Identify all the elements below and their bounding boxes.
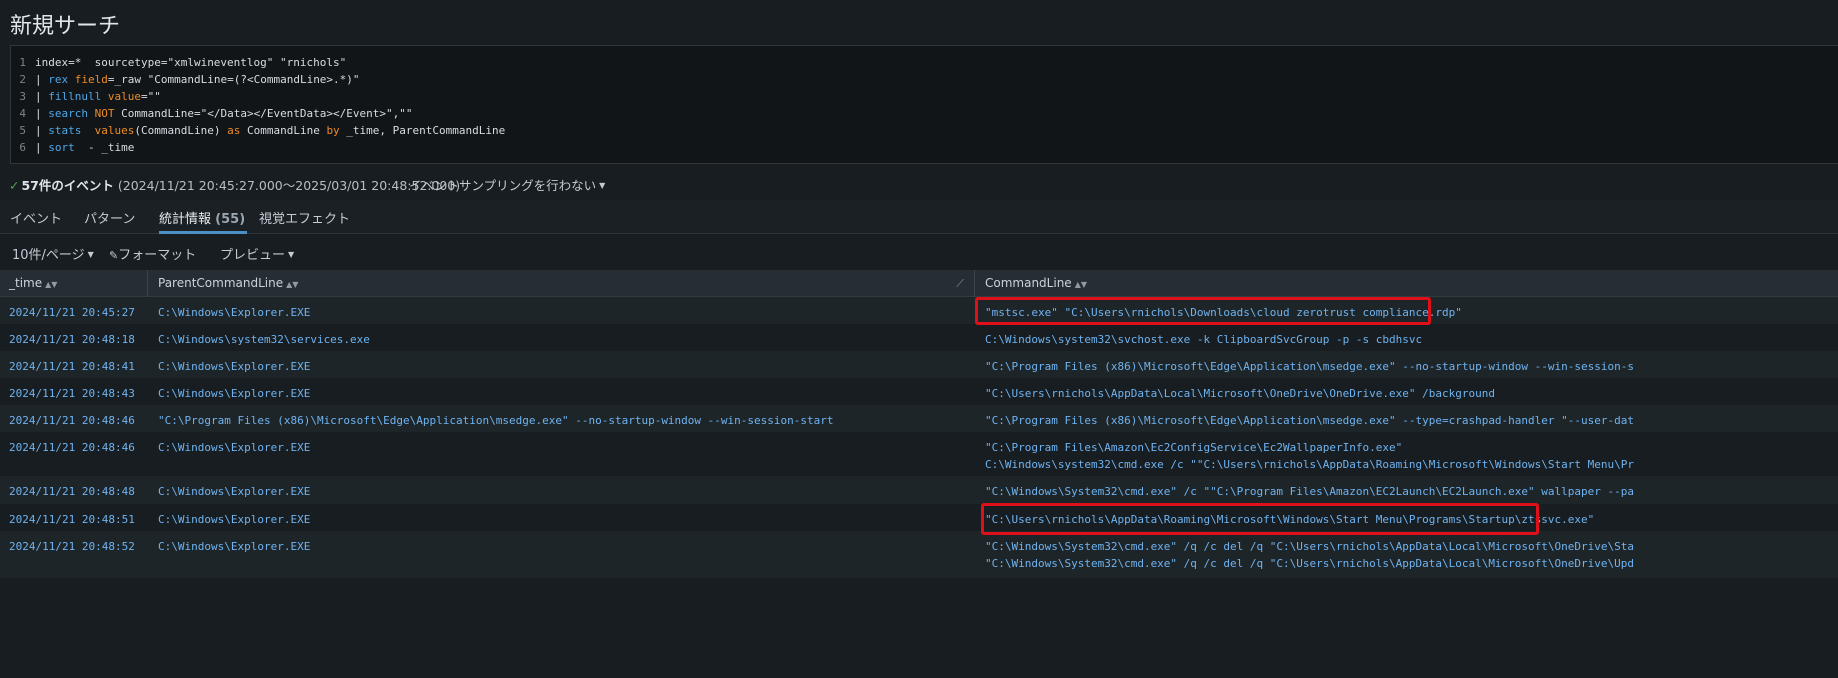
search-status: ✓ 57件のイベント (2024/11/21 20:45:27.000～2025/… [9,175,605,194]
table-row: 2024/11/21 20:48:41 C:\Windows\Explorer.… [0,351,1838,378]
parent-cell[interactable]: C:\Windows\Explorer.EXE [158,511,310,528]
statistics-count-badge: (55) [215,212,246,227]
check-icon: ✓ [9,178,20,193]
red-highlight-box [981,503,1539,535]
search-query-editor[interactable]: 1 index=* sourcetype="xmlwineventlog" "rn… [10,45,1838,164]
caret-down-icon: ▼ [87,250,94,259]
table-row: 2024/11/21 20:48:43 C:\Windows\Explorer.… [0,378,1838,405]
table-row: 2024/11/21 20:48:48 C:\Windows\Explorer.… [0,476,1838,504]
parent-cell[interactable]: C:\Windows\Explorer.EXE [158,358,310,375]
caret-down-icon: ▼ [288,250,295,259]
sampling-dropdown[interactable]: イベントサンプリングを行わない ▼ [409,175,605,194]
line-number: 3 [19,90,26,103]
parent-cell[interactable]: C:\Windows\system32\services.exe [158,331,370,348]
time-cell[interactable]: 2024/11/21 20:48:46 [9,439,135,456]
commandline-cell[interactable]: "C:\Program Files (x86)\Microsoft\Edge\A… [985,358,1634,375]
time-cell[interactable]: 2024/11/21 20:48:51 [9,511,135,528]
event-count: 57件のイベント [21,178,114,193]
format-button[interactable]: ✎フォーマット [109,244,196,263]
time-cell[interactable]: 2024/11/21 20:48:46 [9,412,135,429]
commandline-cell[interactable]: C:\Windows\system32\svchost.exe -k Clipb… [985,331,1422,348]
query-line-3[interactable]: | fillnull value="" [35,88,161,105]
line-number: 1 [19,56,26,69]
page-title: 新規サーチ [10,14,121,39]
query-line-1[interactable]: index=* sourcetype="xmlwineventlog" "rni… [35,54,346,71]
query-line-5[interactable]: | stats values(CommandLine) as CommandLi… [35,122,505,139]
column-header-commandline[interactable]: CommandLine ▲▼ [975,270,1838,297]
sort-icon: ▲▼ [1074,280,1087,289]
column-header-parent[interactable]: ParentCommandLine ▲▼ ⟋ [148,270,975,297]
parent-cell[interactable]: C:\Windows\Explorer.EXE [158,304,310,321]
tab-patterns[interactable]: パターン [84,208,135,234]
time-cell[interactable]: 2024/11/21 20:48:18 [9,331,135,348]
query-line-6[interactable]: | sort - _time [35,139,134,156]
results-toolbar: 10件/ページ ▼ ✎フォーマット プレビュー ▼ [0,235,1838,270]
line-number: 2 [19,73,26,86]
tab-visualization[interactable]: 視覚エフェクト [259,208,350,234]
pencil-icon: ✎ [109,249,119,262]
time-cell[interactable]: 2024/11/21 20:48:52 [9,538,135,555]
line-number: 4 [19,107,26,120]
sort-icon: ▲▼ [286,280,299,289]
table-row: 2024/11/21 20:48:46 "C:\Program Files (x… [0,405,1838,432]
sampling-label: イベントサンプリングを行わない [409,178,597,193]
parent-cell[interactable]: C:\Windows\Explorer.EXE [158,439,310,456]
parent-cell[interactable]: C:\Windows\Explorer.EXE [158,483,310,500]
results-tabs: イベント パターン 統計情報 (55) 視覚エフェクト [0,200,1838,234]
line-number: 5 [19,124,26,137]
query-line-2[interactable]: | rex field=_raw "CommandLine=(?<Command… [35,71,360,88]
sort-icon: ▲▼ [45,280,58,289]
parent-cell[interactable]: C:\Windows\Explorer.EXE [158,385,310,402]
tab-statistics[interactable]: 統計情報 (55) [159,208,248,234]
commandline-cell[interactable]: "C:\Program Files\Amazon\Ec2ConfigServic… [985,439,1634,473]
time-cell[interactable]: 2024/11/21 20:48:43 [9,385,135,402]
commandline-cell[interactable]: "C:\Windows\System32\cmd.exe" /q /c del … [985,538,1634,572]
time-cell[interactable]: 2024/11/21 20:45:27 [9,304,135,321]
line-number: 6 [19,141,26,154]
red-highlight-box [975,297,1431,325]
table-row: 2024/11/21 20:45:27 C:\Windows\Explorer.… [0,297,1838,324]
query-line-4[interactable]: | search NOT CommandLine="</Data></Event… [35,105,413,122]
table-row: 2024/11/21 20:48:18 C:\Windows\system32\… [0,324,1838,351]
parent-cell[interactable]: "C:\Program Files (x86)\Microsoft\Edge\A… [158,412,834,429]
time-cell[interactable]: 2024/11/21 20:48:48 [9,483,135,500]
per-page-dropdown[interactable]: 10件/ページ ▼ [12,244,94,263]
commandline-cell[interactable]: "C:\Users\rnichols\AppData\Local\Microso… [985,385,1495,402]
table-row: 2024/11/21 20:48:46 C:\Windows\Explorer.… [0,432,1838,476]
commandline-cell[interactable]: "C:\Program Files (x86)\Microsoft\Edge\A… [985,412,1634,429]
column-header-time[interactable]: _time ▲▼ [0,270,148,297]
table-row: 2024/11/21 20:48:52 C:\Windows\Explorer.… [0,531,1838,578]
table-header: _time ▲▼ ParentCommandLine ▲▼ ⟋ CommandLine… [0,270,1838,297]
parent-cell[interactable]: C:\Windows\Explorer.EXE [158,538,310,555]
caret-down-icon: ▼ [599,181,606,190]
tab-events[interactable]: イベント [10,208,62,234]
preview-dropdown[interactable]: プレビュー ▼ [220,244,294,263]
time-cell[interactable]: 2024/11/21 20:48:41 [9,358,135,375]
table-row: 2024/11/21 20:48:51 C:\Windows\Explorer.… [0,504,1838,531]
resize-handle-icon[interactable]: ⟋ [956,270,964,297]
commandline-cell[interactable]: "C:\Windows\System32\cmd.exe" /c ""C:\Pr… [985,483,1634,500]
